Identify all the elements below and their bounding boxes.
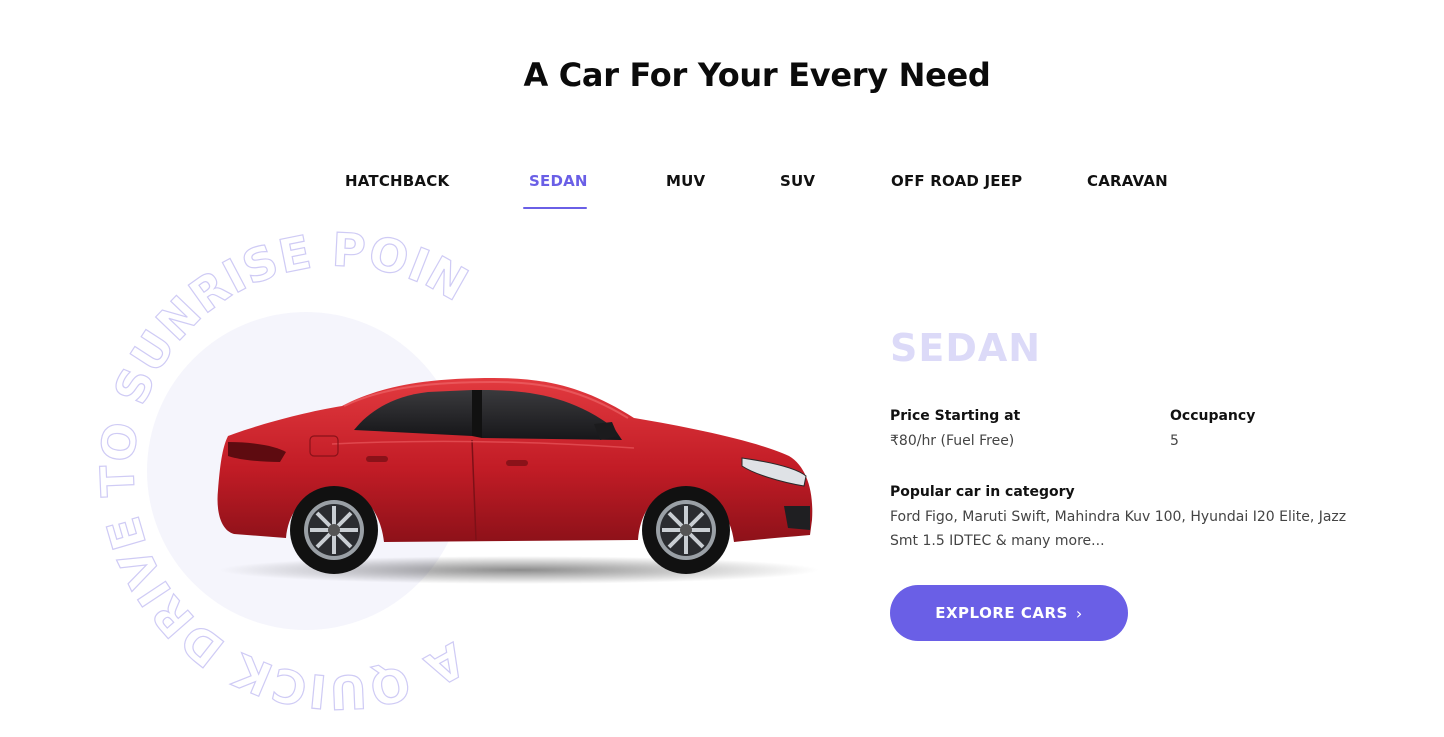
tab-hatchback[interactable]: HATCHBACK: [345, 172, 449, 190]
sedan-car-image: [217, 378, 818, 584]
price-label: Price Starting at: [890, 408, 1021, 424]
active-tab-indicator: [523, 207, 587, 209]
tab-muv[interactable]: MUV: [666, 172, 705, 190]
explore-cars-button[interactable]: EXPLORE CARS ›: [890, 585, 1128, 641]
occupancy-block: Occupancy 5: [1170, 408, 1255, 449]
tab-caravan[interactable]: CARAVAN: [1087, 172, 1168, 190]
price-value: ₹80/hr (Fuel Free): [890, 433, 1015, 449]
popular-cars-block: Popular car in category Ford Figo, Marut…: [890, 484, 1360, 553]
popular-label: Popular car in category: [890, 484, 1075, 500]
front-wheel: [642, 486, 730, 574]
section-heading: A Car For Your Every Need: [523, 56, 991, 94]
tab-off-road-jeep[interactable]: OFF ROAD JEEP: [891, 172, 1022, 190]
explore-cars-label: EXPLORE CARS: [935, 604, 1068, 622]
category-tabs: HATCHBACK SEDAN MUV SUV OFF ROAD JEEP CA…: [0, 172, 1444, 212]
occupancy-label: Occupancy: [1170, 408, 1256, 424]
price-block: Price Starting at ₹80/hr (Fuel Free): [890, 408, 1020, 449]
occupancy-value: 5: [1170, 433, 1179, 449]
category-details: SEDAN Price Starting at ₹80/hr (Fuel Fre…: [890, 326, 1360, 641]
tab-suv[interactable]: SUV: [780, 172, 815, 190]
rear-wheel: [290, 486, 378, 574]
chevron-right-icon: ›: [1075, 603, 1083, 623]
tab-sedan[interactable]: SEDAN: [529, 172, 588, 190]
category-title: SEDAN: [890, 326, 1042, 370]
popular-value: Ford Figo, Maruti Swift, Mahindra Kuv 10…: [890, 509, 1347, 549]
